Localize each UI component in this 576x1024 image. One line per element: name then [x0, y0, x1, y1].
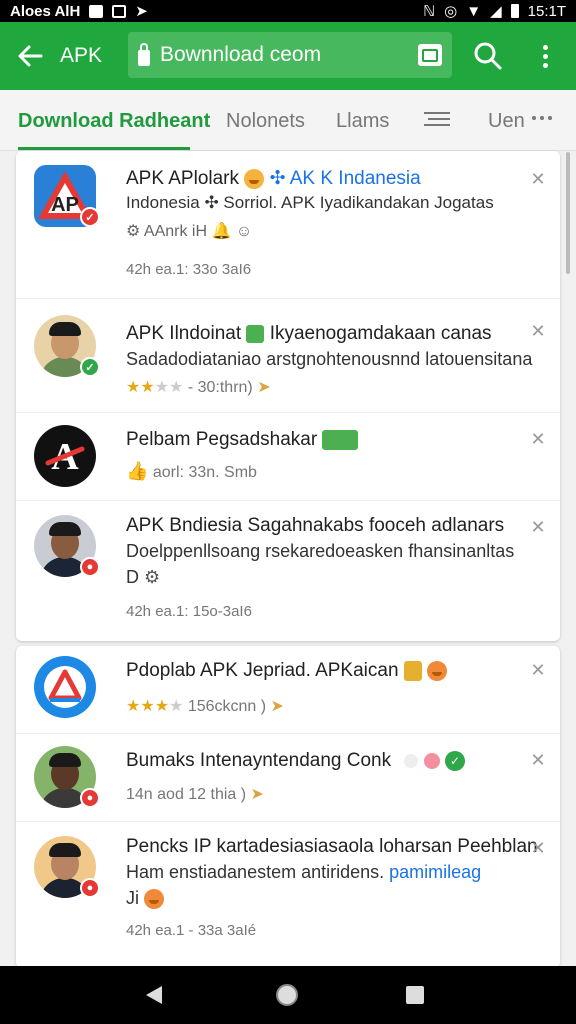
item-title: APK APlolark ✣ AK K Indanesia — [126, 168, 421, 189]
delta-logo-avatar — [34, 656, 96, 718]
system-nav-bar — [0, 966, 576, 1024]
avatar: ● — [34, 746, 100, 808]
smile-emoji-icon — [427, 660, 448, 681]
signal-icon: ◢ — [490, 3, 502, 20]
url-bar[interactable]: Bownnload ceom — [128, 32, 452, 78]
status-badge: ● — [80, 788, 100, 808]
status-left-text: Aloes AlH — [10, 2, 81, 20]
item-meta: ★★★★ 156ckcnn ) ➤ — [126, 698, 284, 715]
thumbs-up-icon: 👍 — [126, 461, 149, 481]
list-item[interactable]: ● APK Bndiesia Sagahnakabs fooceh adlana… — [16, 501, 560, 641]
chat-badge-icon — [322, 429, 359, 450]
status-badge: ● — [80, 878, 100, 898]
svg-text:AP: AP — [51, 194, 79, 216]
status-badge: ✓ — [80, 207, 100, 227]
item-title: Pdoplab APK Jepriad. APKaican — [126, 660, 448, 682]
item-meta: 42h ea.1 - 33a 3aIé — [126, 922, 257, 939]
app-bar: APK Bownnload ceom — [0, 22, 576, 90]
lock-icon — [138, 42, 150, 66]
status-badge: ✓ — [80, 357, 100, 377]
app-title: APK — [60, 44, 103, 67]
item-title: APK Bndiesia Sagahnakabs fooceh adlanars — [126, 515, 505, 536]
list-item[interactable]: ● Pencks IP kartadesiasiasaola loharsan … — [16, 822, 560, 968]
item-title: APK Ilndoinat Ikyaenogamdakaan canas — [126, 323, 492, 344]
list-item[interactable]: AP ✓ APK APlolark ✣ AK K Indanesia Indon… — [16, 151, 560, 299]
item-subtitle: Doelppenllsoang rsekaredoeasken fhansina… — [126, 541, 515, 561]
item-tag: ⚙ AAnrk iH 🔔 ☺ — [126, 223, 253, 240]
tab-uen[interactable]: Uen — [488, 90, 525, 150]
close-icon[interactable]: ✕ — [530, 839, 546, 857]
item-link[interactable]: pamimileag — [389, 862, 481, 882]
item-meta: 👍 aorl: 33n. Smb — [126, 461, 257, 481]
list-item[interactable]: Pdoplab APK Jepriad. APKaican ★★★★ 156ck… — [16, 646, 560, 734]
wifi-icon: ▼ — [466, 2, 482, 20]
close-icon[interactable]: ✕ — [530, 430, 546, 448]
overflow-menu-button[interactable] — [528, 36, 562, 76]
list-item[interactable]: ● Bumaks Intenayntendang Conk ✓ 14n aod … — [16, 734, 560, 822]
item-subtitle: Ham enstiadanestem antiridens. pamimilea… — [126, 862, 482, 882]
item-meta: 42h ea.1: 15o-3aI6 — [126, 603, 252, 620]
tab-strip: Download Radheant Nolonets Llams Uen — [0, 90, 576, 151]
filter-icon[interactable] — [424, 108, 450, 132]
apk-logo-avatar: AP ✓ — [34, 165, 100, 227]
tab-llams[interactable]: Llams — [336, 90, 389, 150]
send-icon: ➤ — [135, 3, 148, 20]
list-card: AP ✓ APK APlolark ✣ AK K Indanesia Indon… — [16, 151, 560, 641]
settings-icon: ⚙ — [144, 567, 161, 587]
item-subtitle: Sadadodiataniao arstgnohtenousnnd latoue… — [126, 349, 533, 369]
item-title: Pencks IP kartadesiasiasaola loharsan Pe… — [126, 836, 538, 857]
window-icon — [112, 4, 127, 18]
item-title: Bumaks Intenayntendang Conk ✓ — [126, 750, 465, 772]
list-card: Pdoplab APK Jepriad. APKaican ★★★★ 156ck… — [16, 646, 560, 968]
item-subtitle-2: D ⚙ — [126, 567, 161, 587]
close-icon[interactable]: ✕ — [530, 661, 546, 679]
close-icon[interactable]: ✕ — [530, 751, 546, 769]
battery-icon — [510, 4, 519, 18]
list-item[interactable]: A Pelbam Pegsadshakar 👍 aorl: 33n. Smb ✕ — [16, 413, 560, 501]
item-subtitle: Indonesia ✣ Sorriol. APK Iyadikandakan J… — [126, 193, 494, 212]
tab-more-icon[interactable] — [532, 116, 556, 122]
search-icon — [474, 42, 502, 70]
smile-emoji-icon — [144, 889, 165, 910]
close-icon[interactable]: ✕ — [530, 518, 546, 536]
tab-nolonets[interactable]: Nolonets — [226, 90, 305, 150]
notification-icon — [89, 4, 104, 18]
nav-recents-icon[interactable] — [406, 986, 424, 1004]
close-icon[interactable]: ✕ — [530, 322, 546, 340]
status-time: 15:1T — [527, 2, 566, 20]
item-meta: ★★★★ - 30:thrn) ➤ — [126, 379, 271, 396]
tab-switcher-icon[interactable] — [418, 44, 442, 66]
avatar: ● — [34, 836, 100, 898]
tab-active-indicator — [18, 147, 190, 150]
avatar: ✓ — [34, 315, 100, 377]
smile-emoji-icon — [244, 168, 265, 189]
status-badge: ● — [80, 557, 100, 577]
list-item[interactable]: ✓ APK Ilndoinat Ikyaenogamdakaan canas S… — [16, 299, 560, 413]
alarm-icon: ◎ — [444, 3, 458, 20]
app-badge-icon — [246, 324, 265, 343]
item-subtitle-2: Ji — [126, 888, 165, 910]
more-vert-icon — [542, 44, 548, 50]
brand-a-logo-avatar: A — [34, 425, 96, 487]
verified-icon: ✓ — [444, 750, 465, 771]
nav-back-icon[interactable] — [146, 986, 162, 1004]
close-icon[interactable]: ✕ — [530, 170, 546, 188]
arrow-left-icon — [18, 45, 43, 67]
item-meta: 42h ea.1: 33o 3aI6 — [126, 261, 252, 278]
vibrate-icon: ℕ — [423, 3, 436, 20]
lock-badge-icon — [403, 660, 422, 681]
tab-download[interactable]: Download Radheant — [18, 90, 210, 150]
status-bar: Aloes AlH ➤ ℕ ◎ ▼ ◢ 15:1T — [0, 0, 576, 22]
back-button[interactable] — [0, 22, 60, 90]
scrollbar[interactable] — [566, 152, 570, 274]
item-meta: 14n aod 12 thia ) ➤ — [126, 786, 264, 803]
search-button[interactable] — [468, 36, 508, 76]
item-title: Pelbam Pegsadshakar — [126, 429, 359, 451]
rating-stars: ★★★★ — [126, 379, 184, 396]
nav-home-icon[interactable] — [276, 984, 298, 1006]
url-text: Bownnload ceom — [160, 43, 322, 66]
avatar: ● — [34, 515, 100, 577]
rating-stars: ★★★★ — [126, 698, 184, 715]
